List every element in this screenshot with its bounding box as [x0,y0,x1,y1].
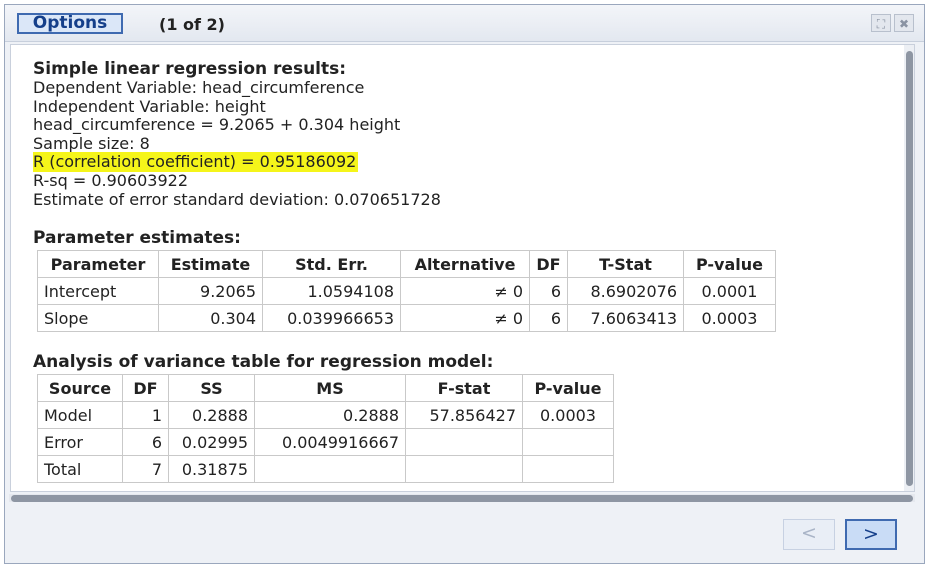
table-cell: 6 [529,277,568,305]
table-cell [254,455,406,483]
table-cell: ≠ 0 [400,277,530,305]
table-cell: Error [37,428,123,456]
table-cell: 0.0001 [683,277,776,305]
correlation-coefficient-line: R (correlation coefficient) = 0.95186092 [33,152,441,173]
vertical-scrollbar[interactable] [904,45,914,491]
independent-variable: Independent Variable: height [33,96,266,116]
table-cell: 0.31875 [168,455,255,483]
table-cell: 0.2888 [254,401,406,429]
column-header: Parameter [37,250,159,278]
results-panel: Simple linear regression results: Depend… [10,44,915,492]
column-header: F-stat [405,374,523,402]
table-header-row: Parameter Estimate Std. Err. Alternative… [37,250,776,278]
table-row: Total 7 0.31875 [37,455,614,483]
table-cell: 0.039966653 [262,304,401,332]
column-header: DF [122,374,169,402]
horizontal-scrollbar[interactable] [9,494,915,502]
column-header: Estimate [158,250,263,278]
column-header: Source [37,374,123,402]
table-cell: 7.6063413 [567,304,684,332]
table-row: Model 1 0.2888 0.2888 57.856427 0.0003 [37,401,614,429]
table-header-row: Source DF SS MS F-stat P-value [37,374,614,402]
column-header: MS [254,374,406,402]
parameter-estimates-title: Parameter estimates: [33,228,241,248]
window-controls: ⛶ ✖ [871,14,914,32]
table-cell [522,428,614,456]
table-cell: ≠ 0 [400,304,530,332]
table-cell: 0.0049916667 [254,428,406,456]
table-cell: 0.304 [158,304,263,332]
table-row: Slope 0.304 0.039966653 ≠ 0 6 7.6063413 … [37,304,776,332]
table-cell: 8.6902076 [567,277,684,305]
anova-title: Analysis of variance table for regressio… [33,352,494,372]
output-window: Options (1 of 2) ⛶ ✖ Simple linear regre… [4,4,925,564]
table-cell [522,455,614,483]
options-button[interactable]: Options [17,13,123,34]
regression-summary: Simple linear regression results: Depend… [33,60,441,209]
column-header: DF [529,250,568,278]
column-header: Std. Err. [262,250,401,278]
table-cell: Slope [37,304,159,332]
table-cell [405,428,523,456]
correlation-highlight: R (correlation coefficient) = 0.95186092 [33,152,359,173]
parameter-estimates-table: Parameter Estimate Std. Err. Alternative… [37,250,776,332]
regression-equation: head_circumference = 9.2065 + 0.304 heig… [33,115,401,135]
next-button[interactable]: > [845,519,897,550]
table-cell: 9.2065 [158,277,263,305]
table-cell: Intercept [37,277,159,305]
table-cell: 0.02995 [168,428,255,456]
r-squared: R-sq = 0.90603922 [33,170,189,190]
table-cell: Model [37,401,123,429]
table-cell: 0.0003 [683,304,776,332]
expand-icon[interactable]: ⛶ [871,14,891,32]
table-cell: 6 [122,428,169,456]
column-header: P-value [683,250,776,278]
vertical-scroll-thumb[interactable] [906,51,913,486]
window-titlebar: Options (1 of 2) ⛶ ✖ [5,5,924,42]
column-header: T-Stat [567,250,684,278]
table-cell [405,455,523,483]
table-cell: 6 [529,304,568,332]
column-header: SS [168,374,255,402]
table-cell: 0.2888 [168,401,255,429]
previous-button[interactable]: < [783,519,835,550]
error-std-dev: Estimate of error standard deviation: 0.… [33,189,441,209]
table-cell: 0.0003 [522,401,614,429]
horizontal-scroll-thumb[interactable] [11,495,913,502]
table-cell: 7 [122,455,169,483]
column-header: P-value [522,374,614,402]
table-row: Intercept 9.2065 1.0594108 ≠ 0 6 8.69020… [37,277,776,305]
results-title: Simple linear regression results: [33,59,347,79]
close-icon[interactable]: ✖ [894,14,914,32]
table-cell: 57.856427 [405,401,523,429]
table-cell: 1.0594108 [262,277,401,305]
table-row: Error 6 0.02995 0.0049916667 [37,428,614,456]
page-indicator: (1 of 2) [159,15,225,34]
dependent-variable: Dependent Variable: head_circumference [33,78,365,97]
column-header: Alternative [400,250,530,278]
table-cell: Total [37,455,123,483]
table-cell: 1 [122,401,169,429]
page-navigation: < > [783,519,897,550]
sample-size: Sample size: 8 [33,133,150,153]
anova-table: Source DF SS MS F-stat P-value Model 1 0… [37,374,614,483]
